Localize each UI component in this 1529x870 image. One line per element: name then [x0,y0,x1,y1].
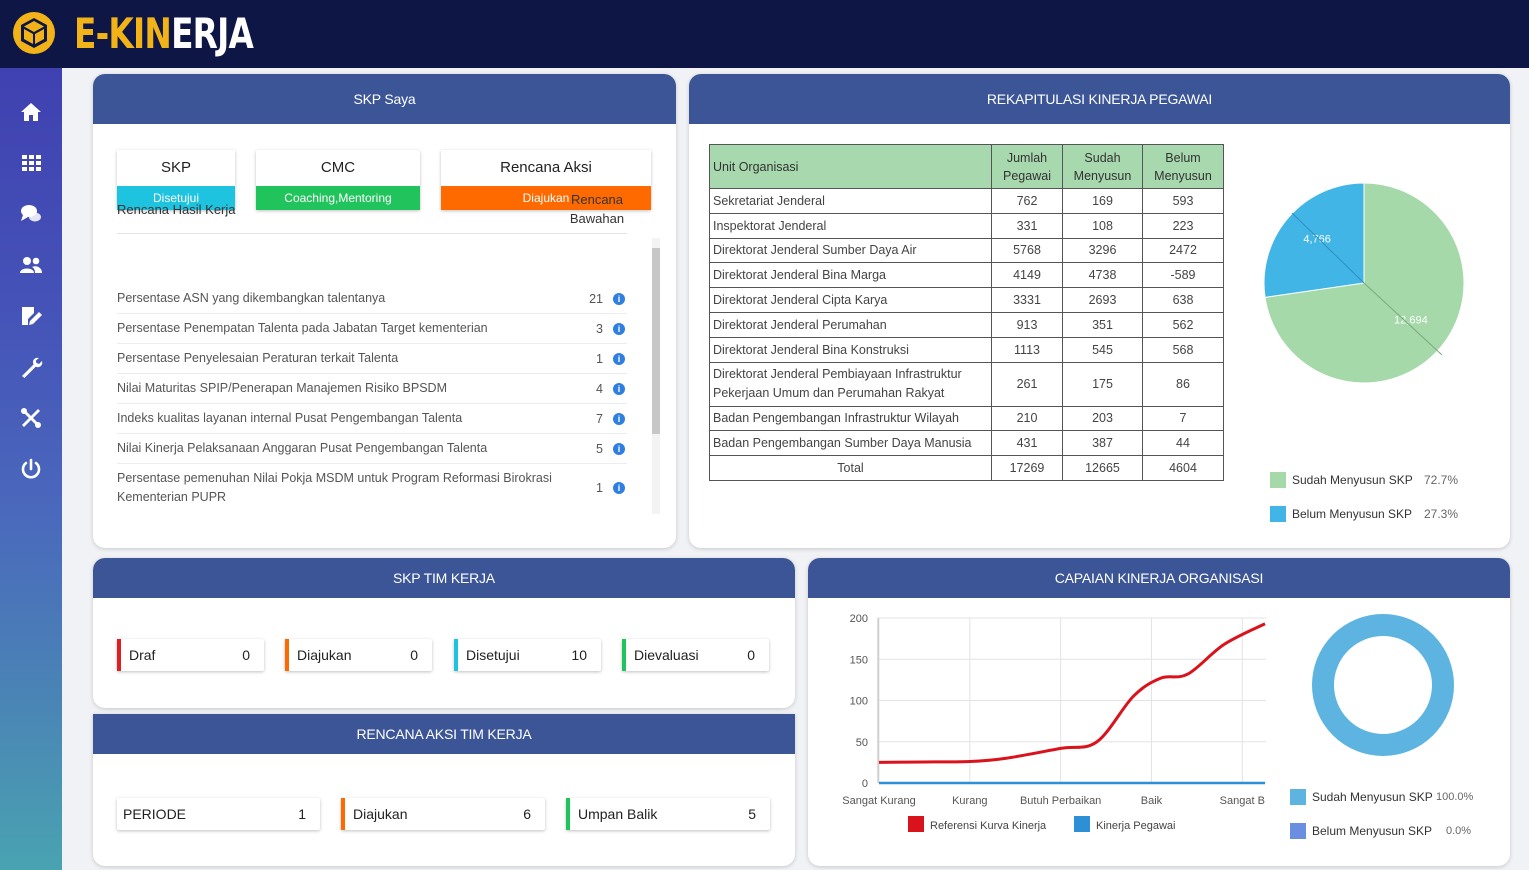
capaian-panel: CAPAIAN KINERJA ORGANISASI 0 50 100 150 200 S… [808,558,1510,866]
x-tick-label: Sangat Kurang [842,795,915,807]
sudah-header: Sudah Menyusun [1062,144,1143,189]
legend-swatch [1270,506,1286,522]
donut-ring[interactable] [1312,614,1454,756]
stat-draf[interactable]: Draf 0 [117,639,264,671]
skp-tim-panel: SKP TIM KERJA Draf 0 Diajukan 0 Disetujui 1… [93,558,795,708]
table-row: Nilai Maturitas SPIP/Penerapan Manajemen… [117,374,627,404]
y-tick-label: 150 [850,654,868,666]
info-icon[interactable]: i [613,482,625,494]
jumlah-header: Jumlah Pegawai [991,144,1063,189]
x-tick-label: Kurang [952,795,987,807]
skp-tile-label: SKP [160,159,191,176]
table-header-row: Unit Organisasi Jumlah Pegawai Sudah Menyu… [709,144,1224,189]
legend-label: Referensi Kurva Kinerja [930,820,1047,832]
legend-label: Kinerja Pegawai [1096,820,1176,832]
skp-saya-title: SKP Saya [93,74,676,124]
stat-diajukan[interactable]: Diajukan 0 [285,639,432,671]
legend-swatch [1290,789,1306,805]
users-icon[interactable] [19,253,43,277]
info-icon[interactable]: i [613,352,625,365]
stat-umpan-balik[interactable]: Umpan Balik 5 [566,798,770,830]
wrench-icon[interactable] [19,355,43,379]
table-row: Persentase pemenuhan Nilai Pokja MSDM un… [117,466,627,510]
stat-rencana-diajukan[interactable]: Diajukan 6 [341,798,545,830]
rekap-pie-chart: 12,694 4,766 [1263,182,1465,384]
legend-swatch [1074,816,1090,832]
belum-header: Belum Menyusun [1142,144,1224,189]
y-tick-label: 200 [850,613,868,625]
rhk-table-header: Rencana Hasil Kerja Rencana Bawahan [117,186,627,234]
rencana-tim-panel: RENCANA AKSI TIM KERJA PERIODE 1 Diajukan… [93,714,795,866]
rhk-scrollbar[interactable] [652,238,660,514]
pie-legend-belum: Belum Menyusun SKP 27.3% [1270,506,1458,522]
capaian-donut-chart [1312,614,1454,756]
y-tick-label: 100 [850,696,868,708]
x-tick-label: Baik [1141,795,1163,807]
rekap-title: REKAPITULASI KINERJA PEGAWAI [689,74,1510,124]
table-row: Indeks kualitas layanan internal Pusat P… [117,404,627,434]
logo-icon [13,12,55,54]
edit-document-icon[interactable] [19,304,43,328]
y-tick-label: 50 [856,737,868,749]
capaian-line-chart: 0 50 100 150 200 Sangat Kurang Kurang Butuh Per… [842,613,1266,832]
table-row: Direktorat Jenderal Sumber Daya Air 5768 3… [709,237,1224,264]
table-row: Sekretariat Jenderal 762 169 593 [709,188,1224,214]
info-icon[interactable]: i [613,382,625,395]
capaian-title: CAPAIAN KINERJA ORGANISASI [808,558,1510,598]
table-row: Badan Pengembangan Infrastruktur Wilayah… [709,405,1224,432]
legend-swatch [1290,823,1306,839]
table-row: Nilai Kinerja Pelaksanaan Anggaran Pusat… [117,434,627,464]
skp-tim-title: SKP TIM KERJA [93,558,795,598]
table-row: Inspektorat Jenderal 331 108 223 [709,212,1224,239]
table-row: Direktorat Jenderal Cipta Karya 3331 2693 6… [709,287,1224,313]
rencana-aksi-tile-label: Rencana Aksi [500,159,592,176]
unit-header: Unit Organisasi [709,144,992,189]
table-row: Direktorat Jenderal Bina Konstruksi 1113 5… [709,336,1224,363]
cmc-tile-label: CMC [320,159,356,176]
chat-icon[interactable] [19,202,43,226]
table-row: Badan Pengembangan Sumber Daya Manusia 43… [709,430,1224,457]
y-tick-label: 0 [862,778,868,790]
donut-legend-belum: Belum Menyusun SKP 0.0% [1290,823,1471,839]
x-tick-label: Butuh Perbaikan [1020,795,1101,807]
table-total-row: Total 17269 12665 4604 [709,455,1224,481]
home-icon[interactable] [19,100,43,124]
info-icon[interactable]: i [613,412,625,425]
table-row: Persentase Penempatan Talenta pada Jabat… [117,314,627,344]
info-icon[interactable]: i [613,442,625,455]
top-bar: E-KINERJA [0,0,1529,68]
skp-saya-panel: SKP Saya SKP Disetujui CMC Coaching,Ment… [93,74,676,548]
table-row: Direktorat Jenderal Perumahan 913 351 562 [709,311,1224,338]
app-logo-text: E-KINERJA [74,9,254,58]
grid-icon[interactable] [19,151,43,175]
table-row: Direktorat Jenderal Pembiayaan Infrastru… [709,361,1224,407]
tools-icon[interactable] [19,406,43,430]
power-icon[interactable] [19,457,43,481]
pie-slice-label: 4,766 [1303,233,1331,245]
rekap-table: Unit Organisasi Jumlah Pegawai Sudah Menyu… [709,144,1224,481]
table-row: Persentase Penyelesaian Peraturan terkai… [117,344,627,374]
sidebar [0,68,62,870]
rekap-panel: REKAPITULASI KINERJA PEGAWAI Unit Organi… [689,74,1510,548]
stat-disetujui[interactable]: Disetujui 10 [454,639,601,671]
legend-swatch [908,816,924,832]
rhk-column-header: Rencana Hasil Kerja [117,202,236,217]
pie-legend-sudah: Sudah Menyusun SKP 72.7% [1270,472,1458,488]
info-icon[interactable]: i [613,322,625,335]
legend-swatch [1270,472,1286,488]
rencana-tim-title: RENCANA AKSI TIM KERJA [93,714,795,754]
info-icon[interactable]: i [613,292,625,305]
stat-periode[interactable]: PERIODE 1 [117,798,320,830]
table-row: Direktorat Jenderal Bina Marga 4149 4738 -5… [709,262,1224,289]
stat-dievaluasi[interactable]: Dievaluasi 0 [622,639,769,671]
rencana-bawahan-header: Rencana Bawahan [569,192,625,226]
table-row: Persentase ASN yang dikembangkan talenta… [117,284,627,314]
pie-slice-label: 12,694 [1394,315,1428,327]
rhk-scrollbar-thumb[interactable] [652,248,660,434]
donut-legend-sudah: Sudah Menyusun SKP 100.0% [1290,789,1473,805]
x-tick-label: Sangat B [1220,795,1265,807]
